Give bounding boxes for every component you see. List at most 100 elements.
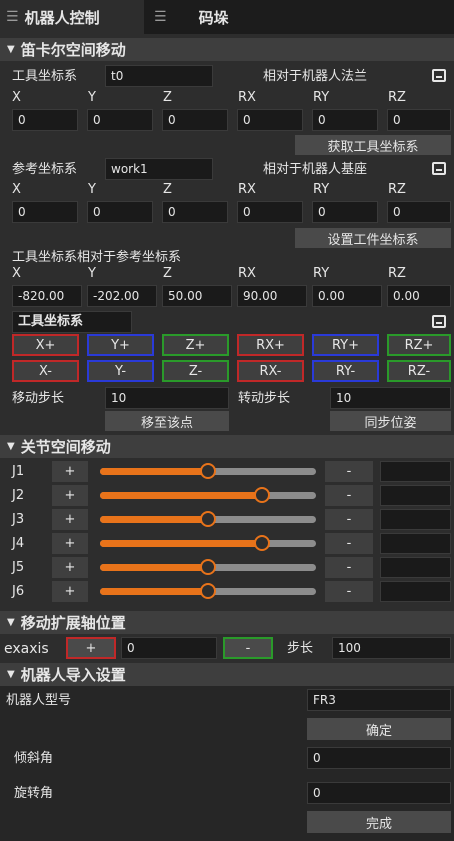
joint-value-field[interactable] xyxy=(380,509,451,530)
jog-frame-select[interactable]: 工具坐标系 xyxy=(12,311,132,333)
sync-pose-button[interactable]: 同步位姿 xyxy=(330,411,451,431)
tilt-angle-field[interactable]: 0 xyxy=(307,747,451,769)
axis-label-y: Y xyxy=(88,90,96,105)
rel-x-value: -820.00 xyxy=(12,285,82,307)
axis-label-y: Y xyxy=(88,266,96,281)
tool-ry-field[interactable]: 0 xyxy=(312,109,378,131)
tool-rz-field[interactable]: 0 xyxy=(387,109,451,131)
ref-ry-field[interactable]: 0 xyxy=(312,201,378,223)
jog-z-plus-button[interactable]: Z+ xyxy=(162,334,229,356)
jog-ry-minus-button[interactable]: RY- xyxy=(312,360,379,382)
joint-plus-button[interactable]: + xyxy=(52,581,88,602)
axis-label-x: X xyxy=(12,266,21,281)
exaxis-plus-button[interactable]: + xyxy=(66,637,116,659)
joint-minus-button[interactable]: - xyxy=(325,485,373,506)
set-work-frame-button[interactable]: 设置工件坐标系 xyxy=(295,228,451,248)
joint-plus-button[interactable]: + xyxy=(52,557,88,578)
list-icon: ☰ xyxy=(6,9,19,25)
tab-palletizing[interactable]: ☰ 码垛 xyxy=(150,0,270,34)
tab-robot-control[interactable]: ☰ 机器人控制 xyxy=(0,0,144,34)
axis-label-rx: RX xyxy=(238,90,256,105)
joint-label: J2 xyxy=(12,488,25,503)
exaxis-step-field[interactable]: 100 xyxy=(332,637,451,659)
robot-model-select[interactable]: FR3 xyxy=(307,689,451,711)
move-step-field[interactable]: 10 xyxy=(105,387,229,409)
ref-z-field[interactable]: 0 xyxy=(162,201,228,223)
joint-slider[interactable] xyxy=(100,535,316,551)
axis-label-z: Z xyxy=(163,182,172,197)
axis-label-ry: RY xyxy=(313,182,330,197)
joint-minus-button[interactable]: - xyxy=(325,533,373,554)
section-header-import[interactable]: ▼ 机器人导入设置 xyxy=(0,663,454,686)
get-tool-frame-button[interactable]: 获取工具坐标系 xyxy=(295,135,451,155)
jog-x-plus-button[interactable]: X+ xyxy=(12,334,79,356)
save-icon[interactable] xyxy=(432,315,446,328)
tool-z-field[interactable]: 0 xyxy=(162,109,228,131)
jog-rx-plus-button[interactable]: RX+ xyxy=(237,334,304,356)
ref-rz-field[interactable]: 0 xyxy=(387,201,451,223)
joint-plus-button[interactable]: + xyxy=(52,509,88,530)
rel-y-value: -202.00 xyxy=(87,285,157,307)
jog-x-minus-button[interactable]: X- xyxy=(12,360,79,382)
slider-handle[interactable] xyxy=(254,487,270,503)
exaxis-minus-button[interactable]: - xyxy=(223,637,273,659)
joint-value-field[interactable] xyxy=(380,533,451,554)
slider-handle[interactable] xyxy=(254,535,270,551)
rot-step-field[interactable]: 10 xyxy=(330,387,451,409)
slider-handle[interactable] xyxy=(200,463,216,479)
joint-slider[interactable] xyxy=(100,583,316,599)
joint-value-field[interactable] xyxy=(380,461,451,482)
slider-fill xyxy=(100,492,262,499)
slider-handle[interactable] xyxy=(200,511,216,527)
joint-slider[interactable] xyxy=(100,463,316,479)
section-title: 机器人导入设置 xyxy=(20,666,126,684)
joint-value-field[interactable] xyxy=(380,581,451,602)
joint-value-field[interactable] xyxy=(380,557,451,578)
jog-y-minus-button[interactable]: Y- xyxy=(87,360,154,382)
move-to-point-button[interactable]: 移至该点 xyxy=(105,411,229,431)
joint-minus-button[interactable]: - xyxy=(325,557,373,578)
joint-slider[interactable] xyxy=(100,559,316,575)
slider-handle[interactable] xyxy=(200,559,216,575)
save-icon[interactable] xyxy=(432,162,446,175)
joint-plus-button[interactable]: + xyxy=(52,461,88,482)
joint-plus-button[interactable]: + xyxy=(52,485,88,506)
exaxis-step-label: 步长 xyxy=(287,641,314,656)
exaxis-value-field[interactable]: 0 xyxy=(121,637,217,659)
jog-ry-plus-button[interactable]: RY+ xyxy=(312,334,379,356)
confirm-button[interactable]: 确定 xyxy=(307,718,451,740)
ref-y-field[interactable]: 0 xyxy=(87,201,153,223)
tool-y-field[interactable]: 0 xyxy=(87,109,153,131)
ref-rx-field[interactable]: 0 xyxy=(237,201,303,223)
axis-label-rz: RZ xyxy=(388,266,406,281)
done-button[interactable]: 完成 xyxy=(307,811,451,833)
rotation-angle-field[interactable]: 0 xyxy=(307,782,451,804)
joint-minus-button[interactable]: - xyxy=(325,581,373,602)
ref-x-field[interactable]: 0 xyxy=(12,201,78,223)
save-icon[interactable] xyxy=(432,69,446,82)
tool-rx-field[interactable]: 0 xyxy=(237,109,303,131)
chevron-down-icon: ▼ xyxy=(7,441,15,452)
ref-frame-select[interactable]: work1 xyxy=(105,158,213,180)
jog-z-minus-button[interactable]: Z- xyxy=(162,360,229,382)
joint-slider[interactable] xyxy=(100,511,316,527)
joint-minus-button[interactable]: - xyxy=(325,461,373,482)
joint-value-field[interactable] xyxy=(380,485,451,506)
joint-plus-button[interactable]: + xyxy=(52,533,88,554)
slider-fill xyxy=(100,468,208,475)
jog-y-plus-button[interactable]: Y+ xyxy=(87,334,154,356)
section-header-exaxis[interactable]: ▼ 移动扩展轴位置 xyxy=(0,611,454,634)
slider-fill xyxy=(100,564,208,571)
joint-slider[interactable] xyxy=(100,487,316,503)
tool-x-field[interactable]: 0 xyxy=(12,109,78,131)
joint-minus-button[interactable]: - xyxy=(325,509,373,530)
section-title: 笛卡尔空间移动 xyxy=(20,41,126,59)
section-header-cartesian[interactable]: ▼ 笛卡尔空间移动 xyxy=(0,38,454,61)
section-header-joint[interactable]: ▼ 关节空间移动 xyxy=(0,435,454,458)
jog-rx-minus-button[interactable]: RX- xyxy=(237,360,304,382)
jog-rz-minus-button[interactable]: RZ- xyxy=(387,360,451,382)
slider-handle[interactable] xyxy=(200,583,216,599)
tool-frame-select[interactable]: t0 xyxy=(105,65,213,87)
axis-label-rz: RZ xyxy=(388,90,406,105)
jog-rz-plus-button[interactable]: RZ+ xyxy=(387,334,451,356)
